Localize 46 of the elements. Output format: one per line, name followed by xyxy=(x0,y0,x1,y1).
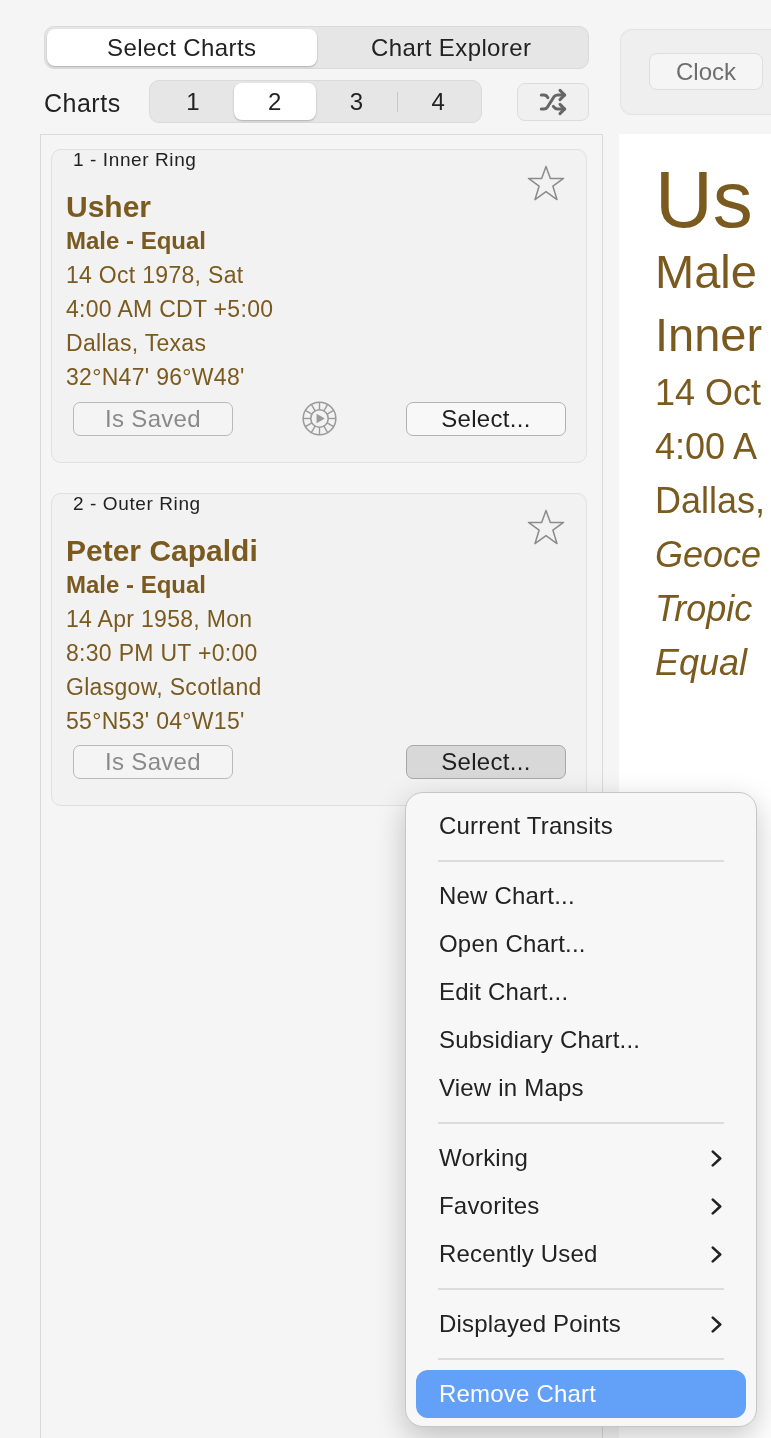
mode-tab[interactable]: Chart Explorer xyxy=(316,29,586,66)
star-icon[interactable] xyxy=(527,509,565,545)
menu-item[interactable]: Displayed Points xyxy=(416,1300,746,1348)
details-line: Equal xyxy=(655,641,748,685)
menu-item[interactable]: Recently Used xyxy=(416,1230,746,1278)
menu-item[interactable]: Favorites xyxy=(416,1182,746,1230)
menu-item[interactable]: Subsidiary Chart... xyxy=(416,1016,746,1064)
play-wheel-icon[interactable] xyxy=(302,401,337,436)
details-line: Us xyxy=(655,160,753,240)
mode-tab[interactable]: Select Charts xyxy=(47,29,317,66)
chart-detail-line: 8:30 PM UT +0:00 xyxy=(66,639,258,668)
details-line: 4:00 A xyxy=(655,425,758,469)
details-line: Dallas, xyxy=(655,479,766,523)
chart-detail-line: 55°N53' 04°W15' xyxy=(66,707,245,736)
menu-item[interactable]: New Chart... xyxy=(416,872,746,920)
chart-subtitle: Male - Equal xyxy=(66,226,207,256)
menu-item[interactable]: Working xyxy=(416,1134,746,1182)
ring-label: 1 - Inner Ring xyxy=(73,150,197,170)
chart-name: Peter Capaldi xyxy=(66,534,258,568)
chart-detail-line: Dallas, Texas xyxy=(66,329,207,358)
star-icon[interactable] xyxy=(527,165,565,201)
chart-number-tab[interactable]: 4 xyxy=(397,83,479,120)
menu-item[interactable]: View in Maps xyxy=(416,1064,746,1112)
chart-subtitle: Male - Equal xyxy=(66,570,207,600)
menu-item[interactable]: Open Chart... xyxy=(416,920,746,968)
details-line: Tropic xyxy=(655,587,753,631)
menu-item[interactable]: Edit Chart... xyxy=(416,968,746,1016)
chart-detail-line: 14 Oct 1978, Sat xyxy=(66,261,244,290)
chart-name: Usher xyxy=(66,190,152,224)
details-line: Inner xyxy=(655,307,763,363)
chart-detail-line: 14 Apr 1958, Mon xyxy=(66,605,253,634)
chart-number-tab[interactable]: 1 xyxy=(152,83,234,120)
chart-detail-line: 32°N47' 96°W48' xyxy=(66,363,245,392)
menu-item[interactable]: Current Transits xyxy=(416,802,746,850)
charts-label: Charts xyxy=(44,91,121,116)
details-line: Male xyxy=(655,244,757,300)
select-button[interactable]: Select... xyxy=(406,745,566,779)
details-line: Geoce xyxy=(655,533,762,577)
shuffle-button[interactable] xyxy=(517,82,589,121)
chart-detail-line: 4:00 AM CDT +5:00 xyxy=(66,295,274,324)
chart-number-tab[interactable]: 2 xyxy=(233,83,316,120)
chart-number-tab[interactable]: 3 xyxy=(315,83,398,120)
chart-detail-line: Glasgow, Scotland xyxy=(66,673,262,702)
details-line: 14 Oct xyxy=(655,371,762,415)
ring-label: 2 - Outer Ring xyxy=(73,494,201,514)
select-button[interactable]: Select... xyxy=(406,401,566,436)
